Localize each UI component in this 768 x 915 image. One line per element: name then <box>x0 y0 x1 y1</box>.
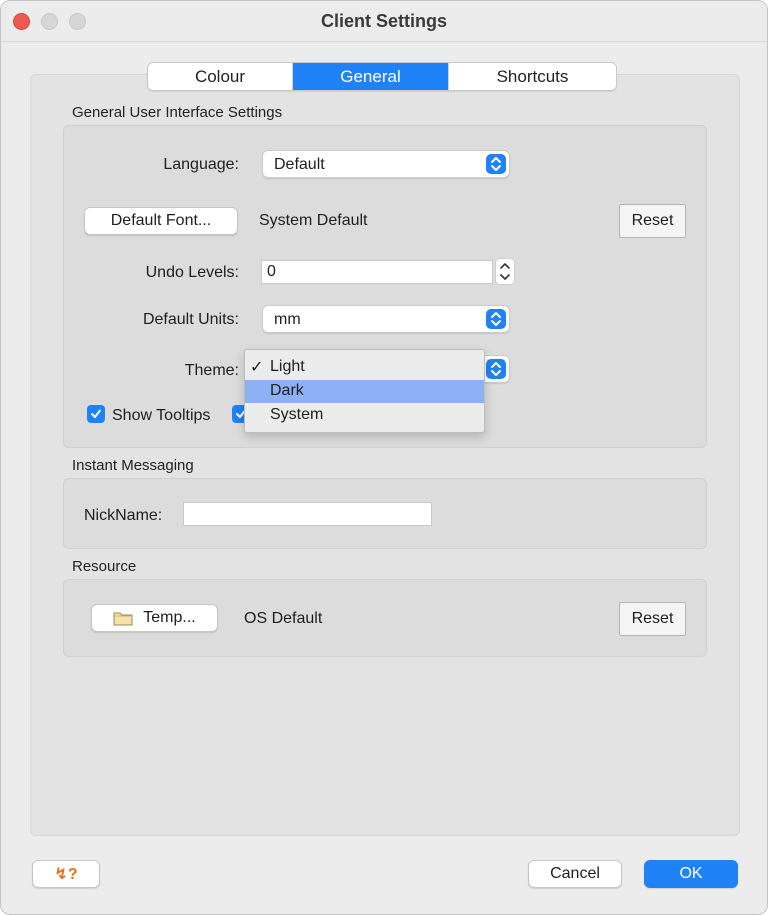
undo-levels-stepper[interactable] <box>495 258 515 285</box>
resource-reset-button[interactable]: Reset <box>619 602 686 636</box>
resource-section-title: Resource <box>72 558 137 575</box>
instant-messaging-section-title: Instant Messaging <box>72 457 194 474</box>
show-tooltips-checkbox[interactable] <box>87 405 105 423</box>
temp-folder-button[interactable]: Temp... <box>91 604 218 632</box>
undo-levels-label: Undo Levels: <box>145 264 239 281</box>
temp-button-label: Temp... <box>143 609 196 626</box>
settings-window: Client Settings Colour General Shortcuts… <box>0 0 768 915</box>
tab-colour[interactable]: Colour <box>148 63 292 90</box>
language-select-value: Default <box>274 156 325 173</box>
general-ui-section-title: General User Interface Settings <box>72 104 283 121</box>
undo-levels-input[interactable]: 0 <box>261 260 493 284</box>
language-select[interactable]: Default <box>262 150 510 178</box>
theme-option-label: Light <box>270 358 305 375</box>
help-button[interactable]: ↯? <box>32 860 100 888</box>
folder-icon <box>113 610 133 626</box>
cancel-button[interactable]: Cancel <box>528 860 622 888</box>
chevron-updown-icon <box>486 154 506 174</box>
window-title: Client Settings <box>320 11 447 31</box>
nickname-label: NickName: <box>84 507 163 524</box>
theme-label: Theme: <box>184 362 239 379</box>
font-reset-button[interactable]: Reset <box>619 204 686 238</box>
theme-dropdown-menu: ✓ Light Dark System <box>244 349 485 433</box>
ok-button[interactable]: OK <box>644 860 738 888</box>
theme-option-label: System <box>270 406 324 423</box>
show-tooltips-label: Show Tooltips <box>112 407 211 424</box>
title-bar: Client Settings <box>1 1 767 42</box>
chevron-updown-icon <box>486 359 506 379</box>
units-select-value: mm <box>274 311 301 328</box>
theme-option-label: Dark <box>270 382 304 399</box>
nickname-input[interactable] <box>183 502 432 526</box>
units-select[interactable]: mm <box>262 305 510 333</box>
theme-option-light[interactable]: ✓ Light <box>245 356 484 379</box>
theme-option-system[interactable]: System <box>245 404 484 427</box>
default-font-button[interactable]: Default Font... <box>84 207 238 235</box>
default-units-label: Default Units: <box>142 311 239 328</box>
resource-path-value: OS Default <box>244 610 323 627</box>
font-value: System Default <box>259 212 368 229</box>
tab-general[interactable]: General <box>292 63 448 90</box>
help-icon: ↯? <box>54 866 78 883</box>
tab-shortcuts[interactable]: Shortcuts <box>448 63 616 90</box>
checkmark-icon: ✓ <box>250 359 264 376</box>
chevron-updown-icon <box>486 309 506 329</box>
tab-bar: Colour General Shortcuts <box>147 62 617 91</box>
theme-option-dark[interactable]: Dark <box>245 380 484 403</box>
language-label: Language: <box>163 156 239 173</box>
